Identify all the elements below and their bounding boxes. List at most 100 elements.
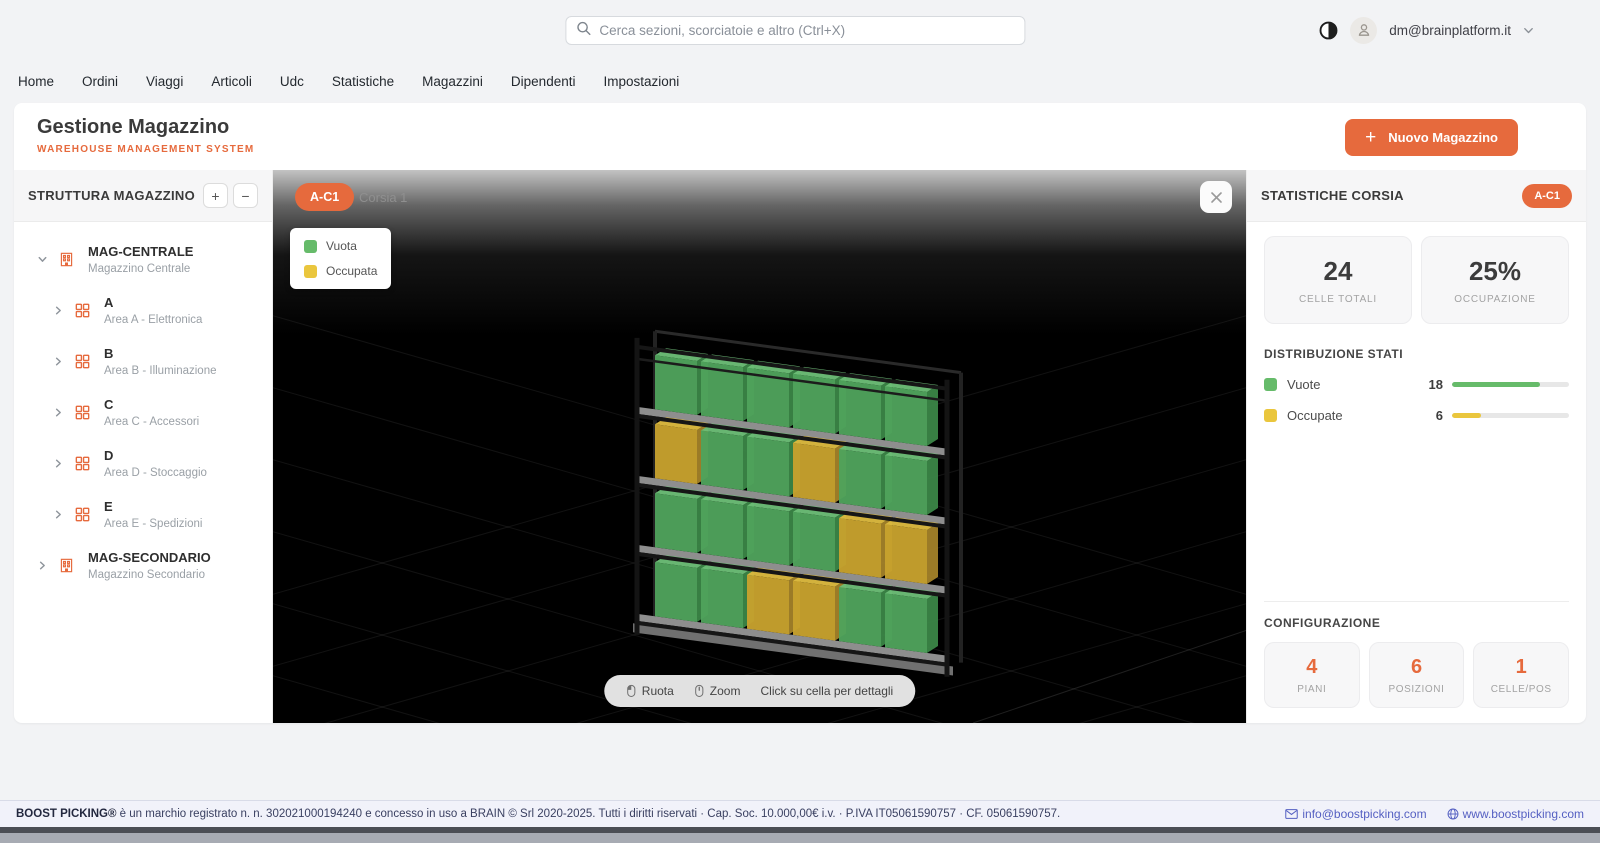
distribution-label: Occupate — [1287, 408, 1343, 423]
stat-value: 25% — [1468, 255, 1522, 286]
chevron-right-icon[interactable] — [52, 457, 66, 470]
dark-mode-toggle-icon[interactable] — [1319, 21, 1338, 40]
aisle-badge: A-C1 — [295, 183, 355, 211]
nav-item-viaggi[interactable]: Viaggi — [146, 74, 183, 89]
tree-item-d[interactable]: D Area D - Stoccaggio — [14, 438, 272, 489]
globe-icon — [1447, 808, 1459, 820]
tree-list: MAG-CENTRALE Magazzino Centrale A Area A - … — [14, 222, 272, 591]
chevron-right-icon[interactable] — [52, 355, 66, 368]
tree-item-b[interactable]: B Area B - Illuminazione — [14, 336, 272, 387]
warehouse-icon — [58, 557, 78, 574]
global-search[interactable] — [565, 16, 1026, 45]
stat-label: OCCUPAZIONE — [1454, 293, 1536, 305]
distribution-bar — [1452, 413, 1569, 418]
nav-item-udc[interactable]: Udc — [280, 74, 304, 89]
warehouse-icon — [58, 251, 78, 268]
chevron-right-icon[interactable] — [52, 304, 66, 317]
tree-item-name: Area D - Stoccaggio — [104, 467, 207, 479]
content-card: Gestione Magazzino WAREHOUSE MANAGEMENT … — [14, 103, 1586, 723]
legend-label: Vuota — [326, 239, 357, 253]
distribution-bar-fill — [1452, 382, 1540, 387]
nav-item-impostazioni[interactable]: Impostazioni — [603, 74, 679, 89]
distribution-section: DISTRIBUZIONE STATI Vuote 18 Occupate 6 — [1264, 347, 1569, 423]
tree-item-a[interactable]: A Area A - Elettronica — [14, 285, 272, 336]
tree-item-text: MAG-CENTRALE Magazzino Centrale — [88, 244, 193, 275]
cell-click-hint: Click su cella per dettagli — [760, 684, 894, 698]
aisle-3d-viewer[interactable]: A-C1 Corsia 1 Vuota Occupata Ruota Zoom … — [273, 170, 1246, 723]
distribution-value: 18 — [1428, 377, 1443, 392]
search-icon — [576, 21, 591, 41]
config-value: 4 — [1306, 655, 1318, 678]
config-value: 6 — [1410, 655, 1423, 678]
chevron-down-icon[interactable] — [1523, 25, 1534, 36]
tree-item-text: E Area E - Spedizioni — [104, 499, 202, 530]
chevron-right-icon[interactable] — [36, 559, 50, 572]
config-label: CELLE/POS — [1490, 683, 1552, 695]
stats-panel-title: STATISTICHE CORSIA — [1261, 188, 1404, 203]
rotate-hint: Ruota — [626, 684, 674, 698]
user-email[interactable]: dm@brainplatform.it — [1389, 23, 1511, 38]
tree-item-mag-centrale[interactable]: MAG-CENTRALE Magazzino Centrale — [14, 234, 272, 285]
tree-item-code: B — [104, 346, 114, 361]
tree-item-name: Magazzino Secondario — [88, 569, 205, 581]
tree-item-name: Area B - Illuminazione — [104, 365, 217, 377]
tree-collapse-button[interactable]: − — [233, 183, 258, 208]
viewer-legend: Vuota Occupata — [290, 228, 392, 289]
tree-item-e[interactable]: E Area E - Spedizioni — [14, 489, 272, 540]
avatar[interactable] — [1350, 16, 1378, 44]
chevron-right-icon[interactable] — [52, 406, 66, 419]
tree-item-name: Magazzino Centrale — [88, 263, 191, 275]
tree-item-c[interactable]: C Area C - Accessori — [14, 387, 272, 438]
nav-item-ordini[interactable]: Ordini — [82, 74, 118, 89]
tree-item-code: C — [104, 397, 114, 412]
footer-email-link[interactable]: info@boostpicking.com — [1285, 807, 1427, 821]
tree-item-code: MAG-SECONDARIO — [88, 550, 211, 565]
configuration-title: CONFIGURAZIONE — [1264, 616, 1381, 630]
distribution-bar-fill — [1452, 413, 1482, 418]
envelope-icon — [1285, 809, 1299, 819]
search-input[interactable] — [599, 23, 1015, 38]
nav-item-articoli[interactable]: Articoli — [211, 74, 252, 89]
nav-item-magazzini[interactable]: Magazzini — [422, 74, 483, 89]
aisle-name: Corsia 1 — [359, 190, 408, 205]
nav-item-dipendenti[interactable]: Dipendenti — [511, 74, 576, 89]
config-card: 6 POSIZIONI — [1368, 642, 1465, 708]
tree-panel-title: STRUTTURA MAGAZZINO — [28, 188, 195, 203]
chevron-down-icon[interactable] — [36, 253, 50, 266]
tree-item-code: E — [104, 499, 113, 514]
mouse-drag-icon — [626, 684, 636, 698]
tree-item-text: A Area A - Elettronica — [104, 295, 202, 326]
nav-item-home[interactable]: Home — [18, 74, 54, 89]
tree-item-code: MAG-CENTRALE — [88, 244, 194, 259]
viewer-close-button[interactable] — [1200, 181, 1232, 213]
config-label: POSIZIONI — [1388, 683, 1445, 695]
tree-expand-button[interactable]: + — [203, 183, 228, 208]
plus-icon: + — [1365, 126, 1377, 148]
tree-item-code: D — [104, 448, 114, 463]
distribution-title: DISTRIBUZIONE STATI — [1264, 347, 1404, 361]
legend-row-empty: Vuota — [304, 239, 377, 253]
stat-card: 25% OCCUPAZIONE — [1421, 236, 1569, 324]
horizontal-scrollbar[interactable] — [0, 833, 1600, 843]
tree-item-text: C Area C - Accessori — [104, 397, 199, 428]
nav-item-statistiche[interactable]: Statistiche — [332, 74, 394, 89]
rack-3d-scene[interactable] — [273, 170, 1246, 723]
stats-aisle-badge: A-C1 — [1522, 183, 1572, 208]
legend-label: Occupata — [326, 264, 378, 278]
footer-legal: BOOST PICKING® è un marchio registrato n… — [16, 808, 1061, 820]
footer: BOOST PICKING® è un marchio registrato n… — [0, 800, 1600, 827]
tree-item-text: B Area B - Illuminazione — [104, 346, 217, 377]
chevron-right-icon[interactable] — [52, 508, 66, 521]
footer-brand: BOOST PICKING® — [16, 808, 117, 820]
config-card: 1 CELLE/POS — [1473, 642, 1570, 708]
mouse-wheel-icon — [694, 684, 704, 698]
stat-cards: 24 CELLE TOTALI 25% OCCUPAZIONE — [1264, 236, 1569, 324]
distribution-rows: Vuote 18 Occupate 6 — [1264, 377, 1569, 423]
tree-item-mag-secondario[interactable]: MAG-SECONDARIO Magazzino Secondario — [14, 540, 272, 591]
footer-website-link[interactable]: www.boostpicking.com — [1447, 807, 1584, 821]
close-icon — [1210, 191, 1223, 204]
page-header: Gestione Magazzino WAREHOUSE MANAGEMENT … — [14, 103, 1586, 170]
main-nav: Home Ordini Viaggi Articoli Udc Statistiche Ma… — [0, 60, 1600, 103]
stat-label: CELLE TOTALI — [1299, 293, 1377, 305]
new-warehouse-button[interactable]: + Nuovo Magazzino — [1345, 119, 1518, 156]
